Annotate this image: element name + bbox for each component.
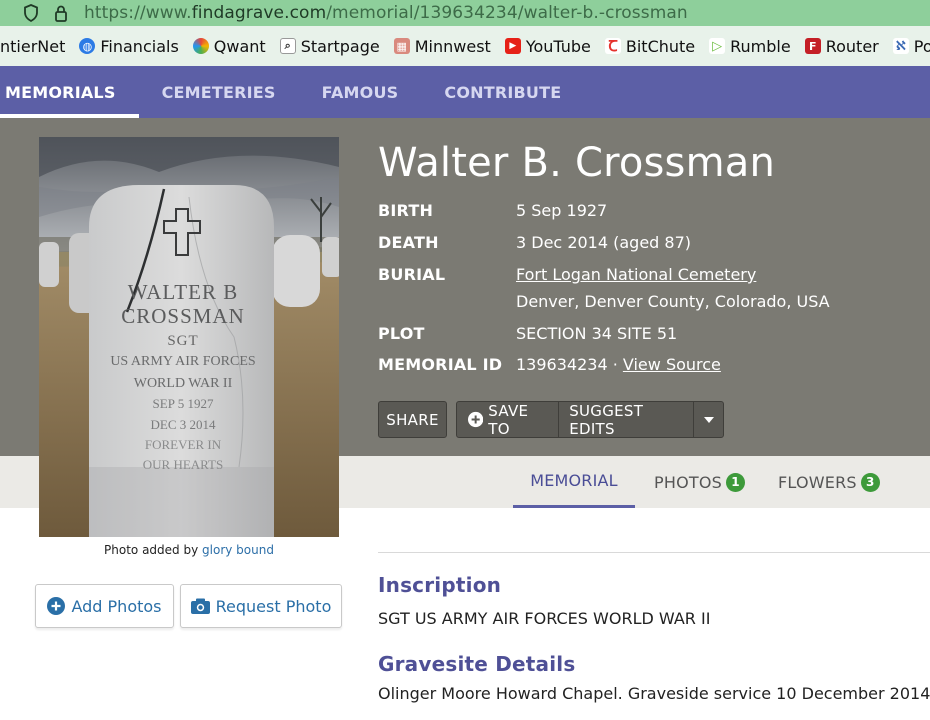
headstone-photo[interactable]: WALTER B CROSSMAN SGT US ARMY AIR FORCES…: [39, 137, 339, 537]
poal-icon: ℵ: [892, 38, 909, 54]
bitchute-icon: Ꞇ: [604, 37, 621, 55]
qwant-icon: [192, 38, 209, 54]
bookmark-startpage[interactable]: ⌕ Startpage: [279, 36, 380, 56]
bookmark-youtube[interactable]: ▶ YouTube: [504, 36, 591, 56]
camera-icon: [190, 598, 210, 614]
bookmark-label: BitChute: [625, 36, 696, 56]
headstone-line: CROSSMAN: [121, 304, 245, 328]
headstone-line: US ARMY AIR FORCES: [110, 354, 255, 369]
save-to-button[interactable]: SAVE TO: [457, 401, 558, 438]
nav-contribute[interactable]: CONTRIBUTE: [421, 66, 584, 118]
nav-cemeteries[interactable]: CEMETERIES: [139, 66, 299, 118]
bookmark-rumble[interactable]: ▷ Rumble: [709, 37, 791, 56]
bookmark-label: ntierNet: [0, 36, 66, 56]
gravesite-details-text: Olinger Moore Howard Chapel. Graveside s…: [378, 684, 930, 703]
photo-caption: Photo added by glory bound: [39, 543, 339, 557]
add-photos-button[interactable]: Add Photos: [35, 584, 174, 628]
share-label: SHARE: [386, 410, 439, 429]
tab-memorial-label: MEMORIAL: [530, 471, 618, 490]
request-photo-label: Request Photo: [215, 596, 332, 616]
death-value: 3 Dec 2014 (aged 87): [516, 233, 692, 252]
headstone-line: WALTER B: [128, 280, 238, 304]
inscription-heading: Inscription: [378, 573, 502, 597]
url-prefix: https://www.: [84, 3, 192, 23]
headstone-line: WORLD WAR II: [134, 376, 233, 391]
tab-memorial[interactable]: MEMORIAL: [513, 456, 635, 508]
memorial-id-label: MEMORIAL ID: [378, 355, 503, 374]
rumble-icon: ▷: [709, 38, 726, 54]
headstone-line: DEC 3 2014: [151, 417, 217, 432]
bookmark-label: Rumble: [730, 36, 791, 56]
caret-down-icon: [703, 416, 714, 423]
shield-icon[interactable]: [22, 4, 40, 22]
tab-flowers-label: FLOWERS: [778, 472, 857, 492]
bookmark-label: Startpage: [300, 36, 380, 56]
headstone-line: SGT: [167, 333, 198, 349]
save-to-label: SAVE TO: [488, 401, 529, 438]
save-suggest-group: SAVE TO SUGGEST EDITS: [456, 401, 724, 438]
photos-count-badge: 1: [726, 472, 745, 492]
url-text[interactable]: https://www.findagrave.com/memorial/1396…: [84, 3, 688, 23]
plot-label: PLOT: [378, 324, 425, 343]
burial-location: Denver, Denver County, Colorado, USA: [516, 292, 830, 311]
bookmark-router[interactable]: F Router: [804, 36, 879, 56]
memorial-name: Walter B. Crossman: [378, 140, 776, 186]
birth-value: 5 Sep 1927: [516, 201, 608, 220]
more-options-button[interactable]: [694, 402, 723, 437]
request-photo-button[interactable]: Request Photo: [180, 584, 342, 628]
bookmark-poal[interactable]: ℵPoal: [892, 36, 930, 56]
inscription-text: SGT US ARMY AIR FORCES WORLD WAR II: [378, 609, 711, 628]
bookmark-label: YouTube: [525, 36, 591, 56]
nav-memorials[interactable]: MEMORIALS: [0, 66, 139, 118]
router-icon: F: [804, 38, 821, 54]
bookmark-frontiernet[interactable]: ntierNet: [0, 37, 65, 56]
caption-prefix: Photo added by: [104, 543, 199, 557]
lock-icon[interactable]: [52, 4, 70, 22]
birth-label: BIRTH: [378, 201, 434, 220]
photo-contributor-link[interactable]: glory bound: [202, 543, 274, 557]
bookmark-label: Router: [825, 36, 879, 56]
tab-photos[interactable]: PHOTOS 1: [654, 456, 745, 508]
plus-circle-icon: [47, 597, 66, 615]
minnwest-icon: ▦: [393, 38, 410, 54]
headstone-line: SEP 5 1927: [153, 396, 214, 411]
bookmarks-bar: ntierNet ◍ Financials Qwant ⌕ Startpage ▦ M…: [0, 26, 930, 66]
gravesite-details-heading: Gravesite Details: [378, 652, 576, 676]
tab-photos-label: PHOTOS: [654, 472, 722, 492]
main-nav: MEMORIALS CEMETERIES FAMOUS CONTRIBUTE: [0, 66, 930, 118]
headstone-line: FOREVER IN: [145, 437, 222, 452]
nav-famous[interactable]: FAMOUS: [299, 66, 422, 118]
plus-circle-icon: [468, 411, 484, 428]
url-path: /memorial/139634234/walter-b.-crossman: [326, 3, 688, 23]
tab-flowers[interactable]: FLOWERS 3: [778, 456, 880, 508]
bookmark-label: Qwant: [213, 36, 266, 56]
plot-value: SECTION 34 SITE 51: [516, 324, 678, 343]
death-label: DEATH: [378, 233, 439, 252]
bookmark-minnwest[interactable]: ▦ Minnwest: [393, 36, 491, 56]
bookmark-bitchute[interactable]: Ꞇ BitChute: [604, 36, 696, 56]
youtube-icon: ▶: [504, 38, 521, 54]
memorial-id-value: 139634234 · View Source: [516, 355, 721, 374]
bookmark-label: Financials: [100, 36, 179, 56]
bookmark-qwant[interactable]: Qwant: [192, 36, 266, 56]
burial-value: Fort Logan National Cemetery: [516, 265, 756, 284]
bookmark-label: Minnwest: [414, 36, 491, 56]
share-button[interactable]: SHARE: [378, 401, 447, 438]
add-photos-label: Add Photos: [71, 596, 162, 616]
headstone-line: OUR HEARTS: [143, 457, 223, 472]
suggest-edits-button[interactable]: SUGGEST EDITS: [559, 401, 693, 438]
cemetery-link[interactable]: Fort Logan National Cemetery: [516, 265, 756, 284]
globe-icon: ◍: [79, 38, 96, 54]
bookmark-label: Poal: [913, 36, 930, 56]
view-source-link[interactable]: View Source: [623, 355, 721, 374]
burial-label: BURIAL: [378, 265, 446, 284]
suggest-edits-label: SUGGEST EDITS: [569, 401, 644, 438]
startpage-icon: ⌕: [279, 38, 296, 54]
section-divider: [378, 552, 930, 553]
memorial-id-number: 139634234 ·: [516, 355, 618, 374]
bookmark-financials[interactable]: ◍ Financials: [79, 36, 179, 56]
url-domain: findagrave.com: [191, 3, 327, 23]
address-bar[interactable]: https://www.findagrave.com/memorial/1396…: [0, 0, 930, 26]
flowers-count-badge: 3: [860, 472, 880, 492]
